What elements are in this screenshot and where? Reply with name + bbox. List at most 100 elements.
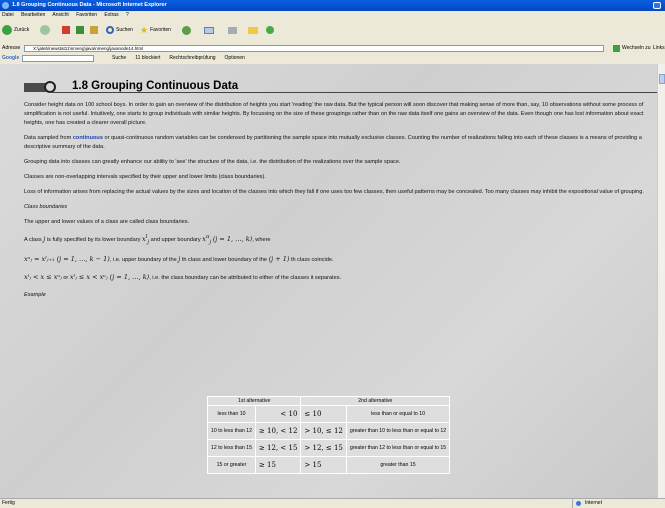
window-controls-icon[interactable]	[653, 2, 661, 9]
table-cell: less than or equal to 10	[345, 405, 451, 423]
menu-bearbeiten[interactable]: Bearbeiten	[21, 12, 45, 18]
history-button[interactable]	[182, 24, 191, 36]
paragraph-boundaries: The upper and lower values of a class ar…	[24, 219, 190, 225]
eq2-math2: xˡⱼ ≤ x < xᵘⱼ (j = 1, …, k)	[69, 273, 150, 282]
paragraph-grouping: Grouping data into classes can greatly e…	[24, 159, 401, 165]
messenger-button[interactable]	[266, 24, 274, 36]
eq2-text: , i.e. the class boundary can be attribu…	[149, 275, 342, 282]
page-header: 1.8 Grouping Continuous Data	[24, 80, 657, 94]
math-xu: xuj	[202, 234, 212, 246]
spec-text-c: and upper boundary	[149, 237, 203, 244]
back-label: Zurück	[14, 27, 30, 33]
forward-button[interactable]	[40, 24, 50, 36]
history-icon	[182, 25, 191, 35]
title-bar: 1.8 Grouping Continuous Data - Microsoft…	[0, 0, 665, 11]
stop-button[interactable]	[62, 24, 70, 36]
toolbar: Zurück Suchen ★ Favoriten	[0, 19, 665, 43]
table-row: 15 or greater ≥ 15 > 15 greater than 15	[207, 456, 451, 474]
mail-icon	[204, 26, 214, 34]
equation-2: xˡⱼ < x ≤ xᵘⱼ or xˡⱼ ≤ x < xᵘⱼ (j = 1, ……	[24, 273, 650, 283]
forward-arrow-icon	[40, 25, 50, 35]
paragraph-classes: Classes are non-overlapping intervals sp…	[24, 174, 266, 180]
menu-extras[interactable]: Extras	[104, 12, 118, 18]
status-bar: Fertig Internet	[0, 498, 665, 508]
address-input[interactable]: X:\jaleb\newstat11\nmeng\java\nmeng\java…	[24, 45, 604, 52]
print-button[interactable]	[228, 24, 237, 36]
messenger-icon	[266, 26, 274, 34]
table-cell: 10 to less than 12	[207, 422, 256, 440]
search-button[interactable]: Suchen	[106, 24, 133, 36]
menu-datei[interactable]: Datei	[2, 12, 14, 18]
google-logo: Google	[2, 55, 20, 61]
print-icon	[228, 26, 237, 34]
home-button[interactable]	[90, 24, 98, 36]
favorites-label: Favoriten	[150, 27, 171, 33]
spec-text-b: is fully specified by its lower boundary	[45, 237, 142, 244]
class-boundaries-table: 1st alternative 2nd alternative less tha…	[206, 396, 451, 474]
refresh-button[interactable]	[76, 24, 84, 36]
spec-text-d: , where	[252, 237, 271, 244]
paragraph-intro: Consider height data on 100 school boys.…	[24, 102, 644, 126]
search-icon	[106, 26, 114, 34]
eq1-j1: (j + 1)	[268, 255, 290, 264]
heading-class-boundaries: Class boundaries	[24, 204, 68, 210]
go-button[interactable]: Wechseln zu	[613, 44, 651, 53]
menu-favoriten[interactable]: Favoriten	[76, 12, 97, 18]
table-cell: greater than 10 to less than or equal to…	[345, 422, 451, 440]
heading-example: Example	[24, 292, 46, 299]
eq1-text2: th class and lower boundary of the	[180, 257, 269, 264]
folder-icon	[248, 26, 258, 34]
paragraph-continuous: Data sampled from continuous or quasi-co…	[24, 134, 650, 152]
table-cell-math: ≥ 15	[254, 456, 302, 474]
table-cell: less than 10	[207, 405, 256, 423]
para2-text: Data sampled from	[24, 135, 73, 141]
table-row: less than 10 < 10 ≤ 10 less than or equa…	[207, 405, 451, 423]
folder-button[interactable]	[248, 24, 258, 36]
address-label: Adresse	[2, 45, 21, 51]
table-cell: greater than 12 to less than or equal to…	[345, 439, 451, 457]
table-cell-math: ≥ 10, < 12	[254, 422, 302, 440]
page-content[interactable]: 1.8 Grouping Continuous Data Consider he…	[0, 64, 657, 498]
table-row: 12 to less than 15 ≥ 12, < 15 > 12, ≤ 15…	[207, 439, 451, 457]
table-cell-math: > 12, ≤ 15	[300, 439, 347, 457]
eq1-text3: th class coincide.	[289, 257, 334, 264]
ie-logo-icon	[2, 2, 9, 9]
go-arrow-icon	[613, 45, 620, 52]
header-rule	[48, 92, 657, 93]
go-label: Wechseln zu	[622, 45, 651, 51]
eq1-math: xᵘⱼ = xˡⱼ₊₁ (j = 1, …, k − 1)	[24, 255, 110, 264]
spellcheck-button[interactable]: Rechtschreibprüfung	[169, 54, 215, 63]
equation-1: xᵘⱼ = xˡⱼ₊₁ (j = 1, …, k − 1), i.e. uppe…	[24, 255, 650, 265]
table-cell-math: < 10	[254, 405, 302, 423]
table-cell-math: > 15	[300, 456, 347, 474]
menu-help[interactable]: ?	[126, 12, 129, 18]
paragraph-class-spec: A class j is fully specified by its lowe…	[24, 233, 650, 247]
table-header-2nd: 2nd alternative	[300, 396, 451, 406]
eq1-text: , i.e. upper boundary of the	[109, 257, 179, 264]
mail-button[interactable]	[204, 24, 214, 36]
table-cell-math: ≤ 10	[300, 405, 347, 423]
scrollbar-thumb[interactable]	[659, 74, 665, 84]
math-range: (j = 1, …, k)	[212, 235, 253, 244]
back-arrow-icon	[2, 25, 12, 35]
continuous-link[interactable]: continuous	[73, 135, 103, 141]
spec-text-a: A class	[24, 237, 44, 244]
vertical-scrollbar[interactable]	[657, 64, 665, 498]
paragraph-loss: Loss of information arises from replacin…	[24, 189, 644, 195]
window-title: 1.8 Grouping Continuous Data - Microsoft…	[12, 2, 167, 8]
google-search-input[interactable]	[22, 55, 94, 62]
back-button[interactable]: Zurück	[2, 24, 29, 36]
table-row: 10 to less than 12 ≥ 10, < 12 > 10, ≤ 12…	[207, 422, 451, 440]
table-cell: greater than 15	[345, 456, 451, 474]
favorites-button[interactable]: ★ Favoriten	[140, 24, 171, 36]
stop-icon	[62, 26, 70, 34]
options-button[interactable]: Optionen	[225, 54, 245, 63]
menu-ansicht[interactable]: Ansicht	[52, 12, 68, 18]
table-cell-math: > 10, ≤ 12	[300, 422, 347, 440]
google-search-button[interactable]: Suche	[112, 54, 126, 63]
search-label: Suchen	[116, 27, 133, 33]
menu-bar: Datei Bearbeiten Ansicht Favoriten Extra…	[0, 11, 665, 19]
links-button[interactable]: Links	[653, 44, 665, 53]
popup-blocked-button[interactable]: 11 blockiert	[135, 54, 160, 63]
home-icon	[90, 26, 98, 34]
